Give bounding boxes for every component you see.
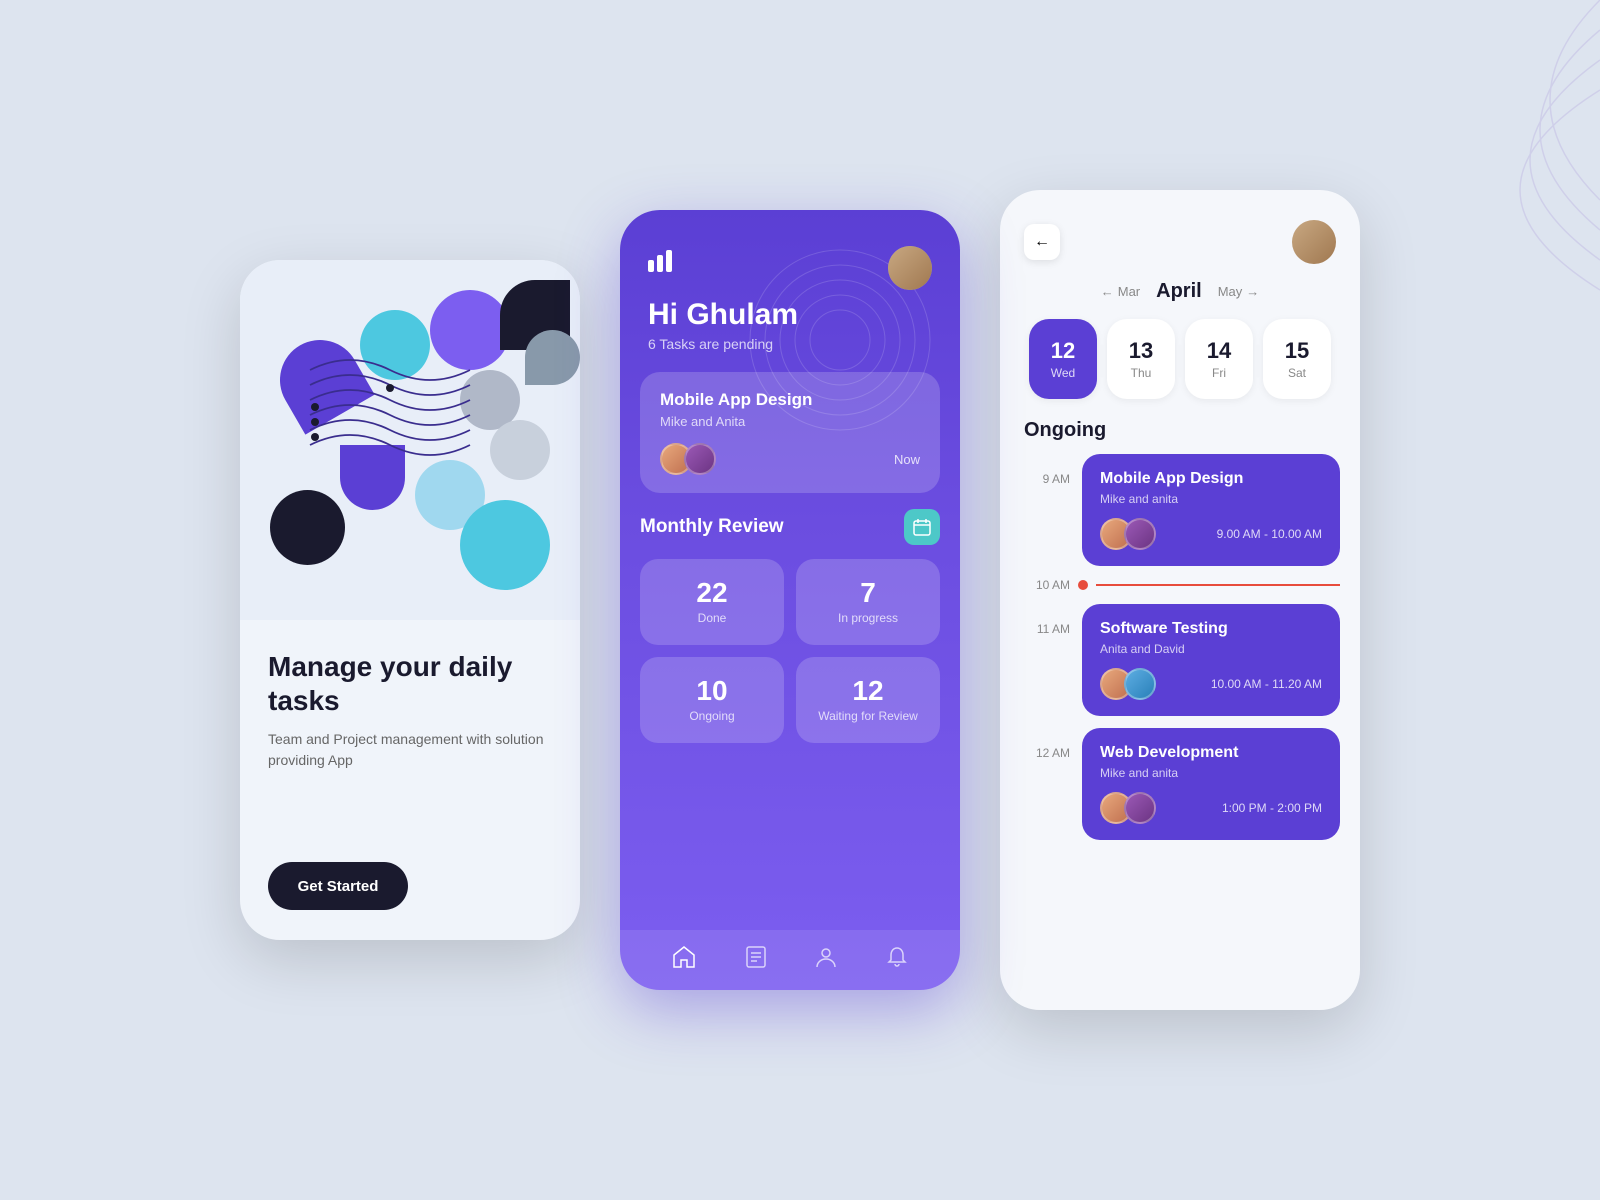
stat-done-label: Done <box>698 611 727 625</box>
task-time-1: Now <box>894 452 920 467</box>
stat-ongoing-label: Ongoing <box>689 709 734 723</box>
current-month: April <box>1156 280 1202 303</box>
stat-done: 22 Done <box>640 559 784 645</box>
prev-month-label: Mar <box>1118 284 1140 299</box>
prev-month-button[interactable]: ← Mar <box>1101 284 1140 299</box>
screen1-subtitle: Team and Project management with solutio… <box>268 729 552 771</box>
ongoing-section-title: Ongoing <box>1000 419 1360 454</box>
timeline-event-1: 9 AM Mobile App Design Mike and anita 9.… <box>1020 454 1340 566</box>
back-button[interactable]: ← <box>1024 224 1060 260</box>
event-title-3: Web Development <box>1100 744 1322 762</box>
greeting-text: Hi Ghulam <box>648 298 932 332</box>
current-time-dot <box>1078 580 1088 590</box>
event-title-2: Software Testing <box>1100 620 1322 638</box>
event-avatars-3 <box>1100 792 1148 824</box>
screen2-header: Hi Ghulam 6 Tasks are pending <box>620 210 960 372</box>
timeline-event-2: 11 AM Software Testing Anita and David 1… <box>1020 604 1340 716</box>
date-num-12: 12 <box>1051 338 1075 364</box>
stat-ongoing-number: 10 <box>658 675 766 707</box>
date-13[interactable]: 13 Thu <box>1107 319 1175 399</box>
event-participants-3: Mike and anita <box>1100 766 1322 780</box>
timeline-event-3: 12 AM Web Development Mike and anita 1:0… <box>1020 728 1340 840</box>
stat-ongoing: 10 Ongoing <box>640 657 784 743</box>
screen1-artwork <box>240 260 580 620</box>
monthly-review-header: Monthly Review <box>640 509 940 545</box>
user-avatar <box>888 246 932 290</box>
stat-waiting-number: 12 <box>814 675 922 707</box>
calendar-icon-button[interactable] <box>904 509 940 545</box>
event-avatar-1b <box>1124 518 1156 550</box>
nav-home[interactable] <box>673 946 695 974</box>
stats-grid: 22 Done 7 In progress 10 Ongoing 12 Wait… <box>640 559 940 743</box>
participant-avatars <box>660 443 708 475</box>
date-day-13: Thu <box>1131 366 1152 380</box>
screen2-dashboard: Hi Ghulam 6 Tasks are pending Mobile App… <box>620 210 960 990</box>
time-divider-label: 10 AM <box>1020 578 1070 592</box>
stat-inprogress: 7 In progress <box>796 559 940 645</box>
time-9am: 9 AM <box>1020 454 1070 486</box>
tasks-pending-text: 6 Tasks are pending <box>648 336 932 352</box>
date-12[interactable]: 12 Wed <box>1029 319 1097 399</box>
event-avatars-2 <box>1100 668 1148 700</box>
stat-done-number: 22 <box>658 577 766 609</box>
time-11am: 11 AM <box>1020 604 1070 636</box>
screen1-content-area: Manage your daily tasks Team and Project… <box>240 620 580 940</box>
screen2-body: Mobile App Design Mike and Anita Now Mon… <box>620 372 960 930</box>
nav-bell[interactable] <box>887 946 907 974</box>
event-card-software-testing[interactable]: Software Testing Anita and David 10.00 A… <box>1082 604 1340 716</box>
date-day-12: Wed <box>1051 366 1075 380</box>
stat-inprogress-number: 7 <box>814 577 922 609</box>
event-title-1: Mobile App Design <box>1100 470 1322 488</box>
monthly-review-title: Monthly Review <box>640 516 784 538</box>
stat-inprogress-label: In progress <box>838 611 898 625</box>
event-card-mobile-design[interactable]: Mobile App Design Mike and anita 9.00 AM… <box>1082 454 1340 566</box>
screen1-onboarding: Manage your daily tasks Team and Project… <box>240 260 580 940</box>
event-participants-2: Anita and David <box>1100 642 1322 656</box>
current-time-line <box>1096 584 1340 586</box>
event-participants-1: Mike and anita <box>1100 492 1322 506</box>
event-avatars-1 <box>1100 518 1148 550</box>
date-num-13: 13 <box>1129 338 1153 364</box>
event-time-1: 9.00 AM - 10.00 AM <box>1217 527 1322 541</box>
art-shape <box>460 500 550 590</box>
avatar-anita <box>684 443 716 475</box>
current-time-divider: 10 AM <box>1020 578 1340 592</box>
event-card-web-dev[interactable]: Web Development Mike and anita 1:00 PM -… <box>1082 728 1340 840</box>
event-avatar-2b <box>1124 668 1156 700</box>
event-time-3: 1:00 PM - 2:00 PM <box>1222 801 1322 815</box>
get-started-button[interactable]: Get Started <box>268 862 408 910</box>
event-time-2: 10.00 AM - 11.20 AM <box>1211 677 1322 691</box>
nav-document[interactable] <box>746 946 766 974</box>
event-avatar-3b <box>1124 792 1156 824</box>
bottom-nav <box>620 930 960 990</box>
timeline-view: 9 AM Mobile App Design Mike and anita 9.… <box>1000 454 1360 1010</box>
stat-waiting: 12 Waiting for Review <box>796 657 940 743</box>
art-shape <box>525 330 580 385</box>
nav-person[interactable] <box>816 946 836 974</box>
stat-waiting-label: Waiting for Review <box>818 709 918 723</box>
screen1-title: Manage your daily tasks <box>268 650 552 717</box>
time-1pm: 12 AM <box>1020 728 1070 760</box>
